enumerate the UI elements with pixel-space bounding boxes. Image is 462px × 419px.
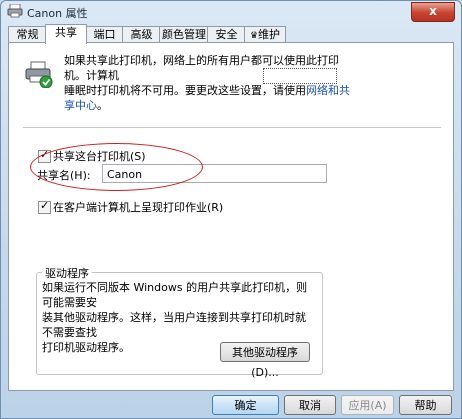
title-bar: Canon 属性 x [1, 1, 461, 23]
shared-printer-icon [25, 61, 53, 88]
render-jobs-checkbox[interactable]: ✓ [38, 199, 51, 214]
drivers-group-title: 驱动程序 [42, 265, 92, 281]
divider [23, 127, 441, 128]
tab-color-management[interactable]: 颜色管理 [159, 26, 209, 43]
close-button[interactable]: x [411, 2, 455, 22]
tab-maintenance[interactable]: ♛维护 [244, 26, 286, 43]
ok-button[interactable]: 确定 [212, 395, 279, 415]
tab-ports[interactable]: 端口 [85, 26, 124, 43]
apply-button[interactable]: 应用(A) [341, 395, 394, 415]
properties-window: Canon 属性 x 常规 共享 端口 高级 颜色管理 安全 ♛维护 如果共享此… [0, 0, 462, 419]
printer-title-icon [7, 4, 23, 18]
cancel-button[interactable]: 取消 [284, 395, 336, 415]
link-focus-rect [263, 68, 337, 84]
check-icon: ✓ [40, 199, 50, 212]
tab-general[interactable]: 常规 [8, 26, 47, 43]
help-button[interactable]: 帮助 [399, 395, 452, 415]
annotation-ellipse [30, 143, 203, 191]
sharing-panel: 如果共享此打印机，网络上的所有用户都可以使用此打印机。计算机 睡眠时打印机将不可… [8, 42, 454, 391]
maintenance-icon: ♛ [249, 31, 259, 41]
tab-security[interactable]: 安全 [207, 26, 246, 43]
description-line-2: 睡眠时打印机将不可用。要更改这些设置，请使用网络和共享中心。 [64, 84, 350, 112]
window-title: Canon 属性 [27, 7, 88, 20]
tab-sharing[interactable]: 共享 [45, 24, 87, 44]
tab-advanced[interactable]: 高级 [122, 26, 161, 43]
render-jobs-label: 在客户端计算机上呈现打印作业(R) [53, 201, 224, 214]
additional-drivers-button[interactable]: 其他驱动程序(D)... [220, 342, 310, 379]
